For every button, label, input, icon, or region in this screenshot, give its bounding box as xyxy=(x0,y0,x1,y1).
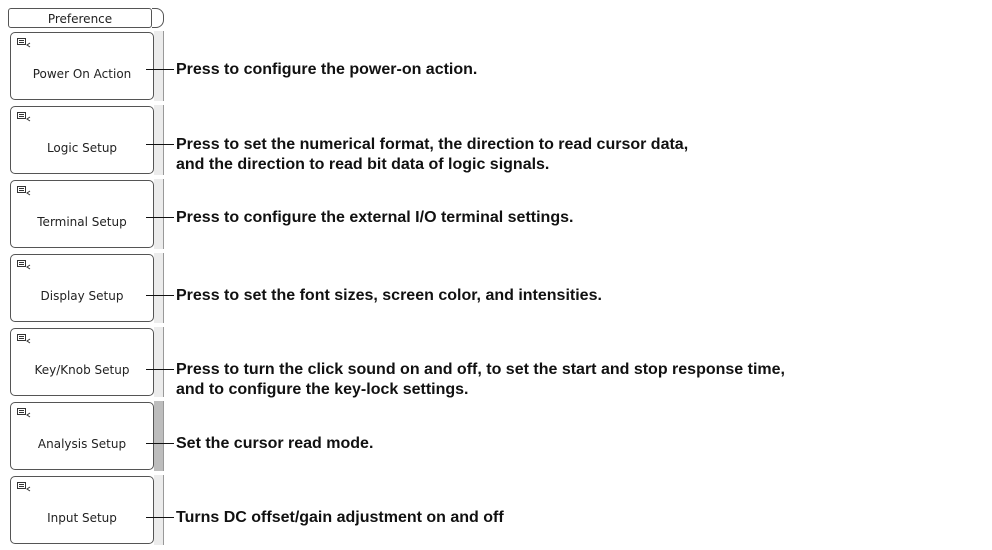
monitor-arrow-icon xyxy=(17,334,31,344)
monitor-arrow-icon xyxy=(17,482,31,492)
monitor-arrow-icon xyxy=(17,260,31,270)
softkey-side-bar xyxy=(154,253,164,323)
description-line: Press to configure the power-on action. xyxy=(176,61,478,78)
softkey-side-bar xyxy=(154,105,164,175)
description-line: and to configure the key-lock settings. xyxy=(176,381,469,398)
softkey-label: Analysis Setup xyxy=(37,437,127,451)
softkey-analysis-setup[interactable]: Analysis Setup xyxy=(10,402,154,470)
softkey-terminal-setup[interactable]: Terminal Setup xyxy=(10,180,154,248)
monitor-arrow-icon xyxy=(17,408,31,418)
description-input-setup: Turns DC offset/gain adjustment on and o… xyxy=(176,508,504,528)
scrollbar-thumb[interactable] xyxy=(154,401,164,471)
description-line: and the direction to read bit data of lo… xyxy=(176,156,550,173)
description-power-on-action: Press to configure the power-on action. xyxy=(176,60,477,80)
description-logic-setup: Press to set the numerical format, the d… xyxy=(176,135,688,175)
description-display-setup: Press to set the font sizes, screen colo… xyxy=(176,286,602,306)
menu-title-cap xyxy=(152,8,164,28)
description-line: Press to set the numerical format, the d… xyxy=(176,136,689,153)
softkey-side-bar xyxy=(154,179,164,249)
softkey-label: Input Setup xyxy=(47,511,117,525)
description-line: Set the cursor read mode. xyxy=(176,435,374,452)
description-line: Press to set the font sizes, screen colo… xyxy=(176,287,602,304)
leader-line xyxy=(146,69,174,70)
description-line: Press to configure the external I/O term… xyxy=(176,209,574,226)
softkey-side-bar xyxy=(154,327,164,397)
description-key-knob-setup: Press to turn the click sound on and off… xyxy=(176,360,785,400)
leader-line xyxy=(146,144,174,145)
softkey-input-setup[interactable]: Input Setup xyxy=(10,476,154,544)
softkey-power-on-action[interactable]: Power On Action xyxy=(10,32,154,100)
menu-title: Preference xyxy=(8,8,152,28)
softkey-key-knob-setup[interactable]: Key/Knob Setup xyxy=(10,328,154,396)
softkey-label: Logic Setup xyxy=(46,141,118,155)
softkey-label: Key/Knob Setup xyxy=(34,363,130,377)
softkey-logic-setup[interactable]: Logic Setup xyxy=(10,106,154,174)
leader-line xyxy=(146,517,174,518)
monitor-arrow-icon xyxy=(17,186,31,196)
softkey-side-bar xyxy=(154,31,164,101)
leader-line xyxy=(146,443,174,444)
monitor-arrow-icon xyxy=(17,38,31,48)
description-terminal-setup: Press to configure the external I/O term… xyxy=(176,208,573,228)
monitor-arrow-icon xyxy=(17,112,31,122)
softkey-label: Display Setup xyxy=(40,289,124,303)
softkey-side-bar xyxy=(154,475,164,545)
description-line: Press to turn the click sound on and off… xyxy=(176,361,785,378)
description-analysis-setup: Set the cursor read mode. xyxy=(176,434,373,454)
leader-line xyxy=(146,369,174,370)
leader-line xyxy=(146,295,174,296)
softkey-label: Terminal Setup xyxy=(37,215,127,229)
description-line: Turns DC offset/gain adjustment on and o… xyxy=(176,509,504,526)
leader-line xyxy=(146,217,174,218)
softkey-display-setup[interactable]: Display Setup xyxy=(10,254,154,322)
softkey-label: Power On Action xyxy=(32,67,132,81)
